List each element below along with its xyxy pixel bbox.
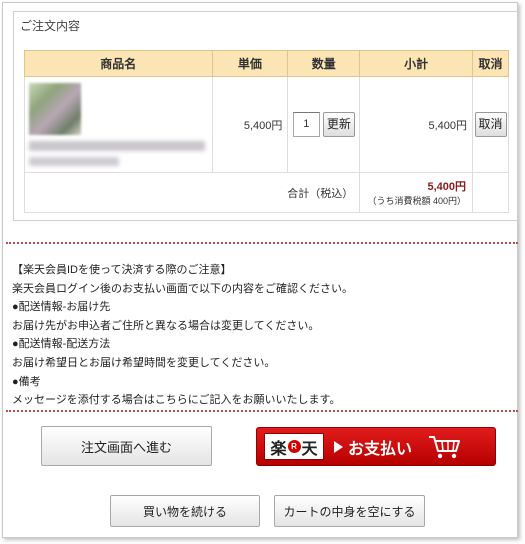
cart-header-row: 商品名 単価 数量 小計 取消 — [24, 50, 509, 77]
total-value: 5,400円 — [427, 181, 467, 193]
total-row: 合計（税込） 5,400円 （うち消費税額 400円） — [23, 172, 509, 213]
quantity-cell: 1 更新 — [287, 76, 361, 173]
notice-bullet-shipping: ●配送情報-配送方法 — [12, 338, 111, 351]
rakuten-pay-button[interactable]: 楽 R 天 お支払い — [256, 427, 496, 466]
unit-price: 5,400円 — [211, 76, 289, 173]
notice-heading: 【楽天会員IDを使って決済する際のご注意】 — [12, 264, 232, 276]
page-frame: ご注文内容 商品名 単価 数量 小計 取消 5,400円 1 更新 5,400円… — [2, 2, 518, 538]
product-name-blurred[interactable] — [29, 141, 205, 151]
order-summary-panel: ご注文内容 商品名 単価 数量 小計 取消 5,400円 1 更新 5,400円… — [13, 11, 518, 221]
cart-table: 商品名 単価 数量 小計 取消 5,400円 1 更新 5,400円 取消 合計… — [23, 50, 509, 213]
total-cell: 5,400円 （うち消費税額 400円） — [359, 172, 474, 213]
notice-bullet-destination: ●配送情報-お届け先 — [12, 301, 111, 314]
header-subtotal: 小計 — [359, 50, 474, 77]
total-label: 合計（税込） — [23, 172, 361, 213]
quantity-input[interactable]: 1 — [292, 112, 320, 137]
product-cell — [24, 76, 213, 173]
product-thumbnail[interactable] — [29, 83, 81, 135]
rakuten-logo: 楽 R 天 — [264, 433, 324, 460]
divider-top — [6, 242, 518, 244]
shopping-cart-icon — [429, 435, 461, 458]
remove-button[interactable]: 取消 — [474, 112, 507, 137]
empty-cart-button[interactable]: カートの中身を空にする — [274, 495, 425, 527]
logo-r-icon: R — [287, 440, 301, 453]
tax-note: （うち消費税額 400円） — [367, 196, 467, 206]
notice-bullet-remarks: ●備考 — [12, 375, 41, 388]
table-row: 5,400円 1 更新 5,400円 取消 — [24, 76, 509, 173]
proceed-to-order-button[interactable]: 注文画面へ進む — [41, 426, 212, 466]
notice-line: 楽天会員ログイン後のお支払い画面で以下の内容をご確認ください。 — [12, 282, 353, 295]
notice-line: メッセージを添付する場合はこちらにご記入をお願いいたします。 — [12, 394, 341, 407]
order-title: ご注文内容 — [20, 19, 81, 33]
payment-notice: 【楽天会員IDを使って決済する際のご注意】 楽天会員ログイン後のお支払い画面で以… — [12, 261, 512, 410]
item-subtotal: 5,400円 — [359, 76, 474, 173]
pay-label: お支払い — [348, 440, 413, 458]
update-button[interactable]: 更新 — [322, 112, 355, 137]
total-empty-cell — [472, 172, 509, 213]
logo-char-left: 楽 — [270, 438, 287, 458]
notice-line: お届け先がお申込者ご住所と異なる場合は変更してください。 — [12, 319, 320, 332]
divider-bottom — [6, 410, 518, 412]
header-unit-price: 単価 — [211, 50, 289, 77]
logo-char-right: 天 — [301, 438, 318, 458]
header-quantity: 数量 — [287, 50, 361, 77]
continue-shopping-button[interactable]: 買い物を続ける — [110, 495, 260, 527]
header-remove: 取消 — [472, 50, 509, 77]
play-arrow-icon — [334, 440, 343, 453]
notice-line: お届け希望日とお届け希望時間を変更してください。 — [12, 356, 276, 369]
header-product-name: 商品名 — [24, 50, 213, 77]
product-option-blurred — [29, 157, 119, 166]
remove-cell: 取消 — [472, 76, 509, 173]
